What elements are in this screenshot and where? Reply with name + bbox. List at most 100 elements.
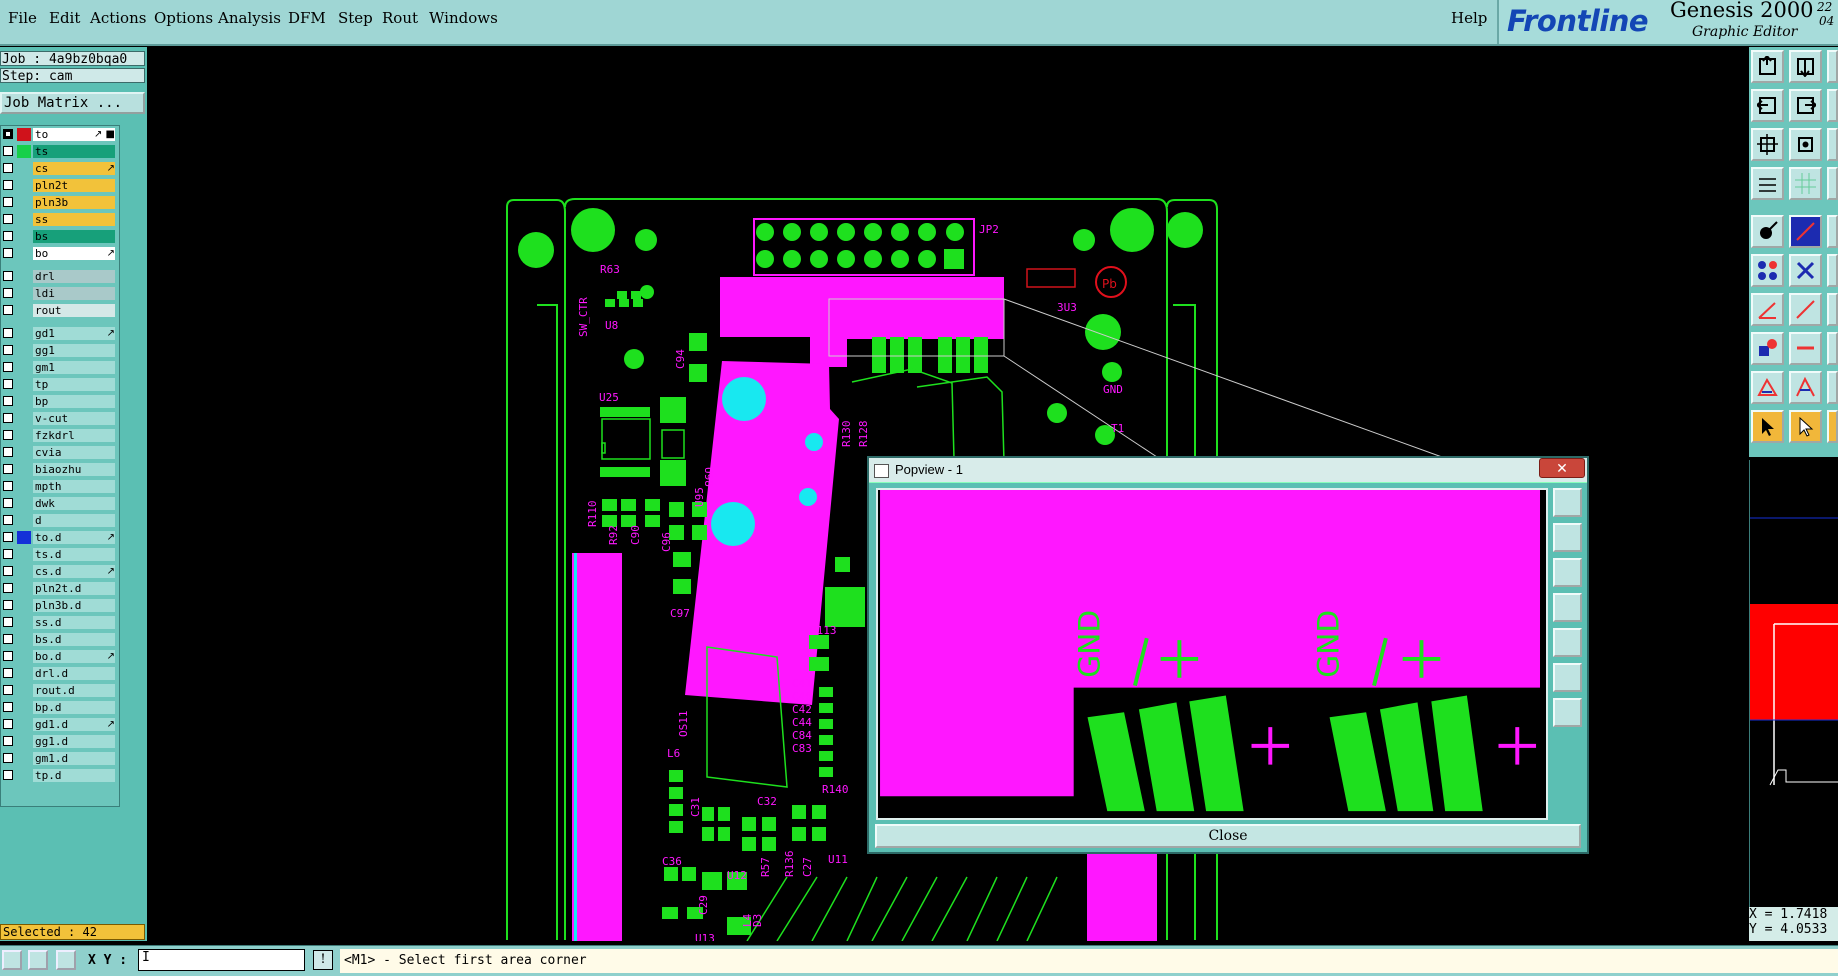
layer-checkbox[interactable] <box>3 464 13 474</box>
layer-checkbox[interactable] <box>3 668 13 678</box>
layer-row[interactable]: gd1 ↗ <box>1 327 119 341</box>
layer-name[interactable]: pln3b.d <box>33 599 115 612</box>
layer-checkbox[interactable] <box>3 413 13 423</box>
layer-name[interactable]: ts.d <box>33 548 115 561</box>
layer-name[interactable]: tp <box>33 378 115 391</box>
layer-name[interactable]: to.d <box>33 531 115 544</box>
job-matrix-button[interactable]: Job Matrix ... <box>0 92 145 114</box>
layer-checkbox[interactable] <box>3 549 13 559</box>
tool-grid-icon[interactable] <box>1789 167 1822 200</box>
layer-row[interactable]: tp <box>1 378 119 392</box>
layer-row[interactable]: ts.d <box>1 548 119 562</box>
tool-partial-icon[interactable] <box>1827 50 1838 83</box>
layer-row[interactable]: bp.d <box>1 701 119 715</box>
layer-name[interactable]: rout.d <box>33 684 115 697</box>
layer-name[interactable]: bs.d <box>33 633 115 646</box>
tool-partial-icon[interactable] <box>1827 215 1838 248</box>
layer-name[interactable]: dwk <box>33 497 115 510</box>
tool-partial-icon[interactable] <box>1827 410 1838 443</box>
layer-checkbox[interactable] <box>3 651 13 661</box>
layer-name[interactable]: bo <box>33 247 115 260</box>
layer-checkbox[interactable] <box>3 379 13 389</box>
tool-zoom-home-icon[interactable] <box>1751 50 1784 83</box>
layer-row[interactable]: fzkdrl <box>1 429 119 443</box>
xy-input[interactable]: I <box>138 949 305 971</box>
layer-row[interactable]: pln2t.d <box>1 582 119 596</box>
tool-cross-icon[interactable] <box>1789 254 1822 287</box>
close-icon[interactable]: ✕ <box>1539 458 1585 478</box>
layer-row[interactable]: d <box>1 514 119 528</box>
layer-checkbox[interactable] <box>3 214 13 224</box>
layer-row[interactable]: cs.d ↗ <box>1 565 119 579</box>
layer-name[interactable]: ss.d <box>33 616 115 629</box>
layer-row[interactable]: drl.d <box>1 667 119 681</box>
tool-line-icon[interactable] <box>1789 215 1822 248</box>
tool-partial-icon[interactable] <box>1827 167 1838 200</box>
layer-row[interactable]: gg1.d <box>1 735 119 749</box>
menu-help[interactable]: Help <box>1451 9 1487 27</box>
layer-row[interactable]: pln3b <box>1 196 119 210</box>
layer-row[interactable]: to.d ↗ <box>1 531 119 545</box>
layer-name[interactable]: gd1.d <box>33 718 115 731</box>
snap-icon[interactable] <box>2 950 22 970</box>
popview-fit-icon[interactable] <box>1553 663 1582 692</box>
layer-checkbox[interactable] <box>3 180 13 190</box>
grid-icon[interactable] <box>56 950 76 970</box>
layer-row[interactable]: bo.d ↗ <box>1 650 119 664</box>
menu-windows[interactable]: Windows <box>429 9 498 27</box>
layer-row[interactable]: bs.d <box>1 633 119 647</box>
layer-row[interactable]: mpth <box>1 480 119 494</box>
tool-select-pad-icon[interactable] <box>1751 215 1784 248</box>
layer-row[interactable]: pln2t <box>1 179 119 193</box>
layer-name[interactable]: rout <box>33 304 115 317</box>
tool-arc-icon[interactable] <box>1789 371 1822 404</box>
layer-name[interactable]: d <box>33 514 115 527</box>
layer-row[interactable]: dwk <box>1 497 119 511</box>
layer-checkbox[interactable] <box>3 515 13 525</box>
layer-checkbox[interactable] <box>3 305 13 315</box>
layer-checkbox[interactable] <box>3 770 13 780</box>
tool-measure-icon[interactable] <box>1751 167 1784 200</box>
layer-row[interactable]: gm1 <box>1 361 119 375</box>
popview-zoom-down-icon[interactable] <box>1553 558 1582 587</box>
tool-pan-right-icon[interactable] <box>1789 89 1822 122</box>
tool-partial-icon[interactable] <box>1827 293 1838 326</box>
layer-checkbox[interactable] <box>3 362 13 372</box>
layer-name[interactable]: pln2t.d <box>33 582 115 595</box>
layer-checkbox[interactable] <box>3 197 13 207</box>
layer-checkbox[interactable] <box>3 396 13 406</box>
layer-name[interactable]: gg1.d <box>33 735 115 748</box>
tool-angle-icon[interactable] <box>1751 293 1784 326</box>
tool-pad-add-icon[interactable] <box>1751 332 1784 365</box>
tool-fit-icon[interactable] <box>1751 128 1784 161</box>
layer-name[interactable]: bo.d <box>33 650 115 663</box>
layer-name[interactable]: pln2t <box>33 179 115 192</box>
layer-name[interactable]: gg1 <box>33 344 115 357</box>
layer-name[interactable]: ldi <box>33 287 115 300</box>
layer-checkbox[interactable] <box>3 685 13 695</box>
layer-row[interactable]: gm1.d <box>1 752 119 766</box>
layer-checkbox[interactable] <box>3 146 13 156</box>
menu-options[interactable]: Options <box>154 9 213 27</box>
layer-name[interactable]: cs <box>33 162 115 175</box>
layer-checkbox[interactable] <box>3 248 13 258</box>
layer-row[interactable]: ts <box>1 145 119 159</box>
layer-name[interactable]: cvia <box>33 446 115 459</box>
layer-checkbox[interactable] <box>3 271 13 281</box>
layer-row[interactable]: tp.d <box>1 769 119 783</box>
menu-rout[interactable]: Rout <box>382 9 418 27</box>
layer-name[interactable]: ss <box>33 213 115 226</box>
layer-name[interactable]: gm1.d <box>33 752 115 765</box>
layer-name[interactable]: pln3b <box>33 196 115 209</box>
tool-zoom-down-icon[interactable] <box>1789 50 1822 83</box>
layer-name[interactable]: mpth <box>33 480 115 493</box>
layer-row[interactable]: bp <box>1 395 119 409</box>
layer-checkbox[interactable] <box>3 288 13 298</box>
popview-canvas[interactable]: GND GND <box>876 488 1548 820</box>
layer-row[interactable]: ss.d <box>1 616 119 630</box>
menu-file[interactable]: File <box>8 9 37 27</box>
tool-partial-icon[interactable] <box>1827 89 1838 122</box>
layer-name[interactable]: fzkdrl <box>33 429 115 442</box>
layer-checkbox[interactable] <box>3 702 13 712</box>
layer-checkbox[interactable] <box>3 447 13 457</box>
